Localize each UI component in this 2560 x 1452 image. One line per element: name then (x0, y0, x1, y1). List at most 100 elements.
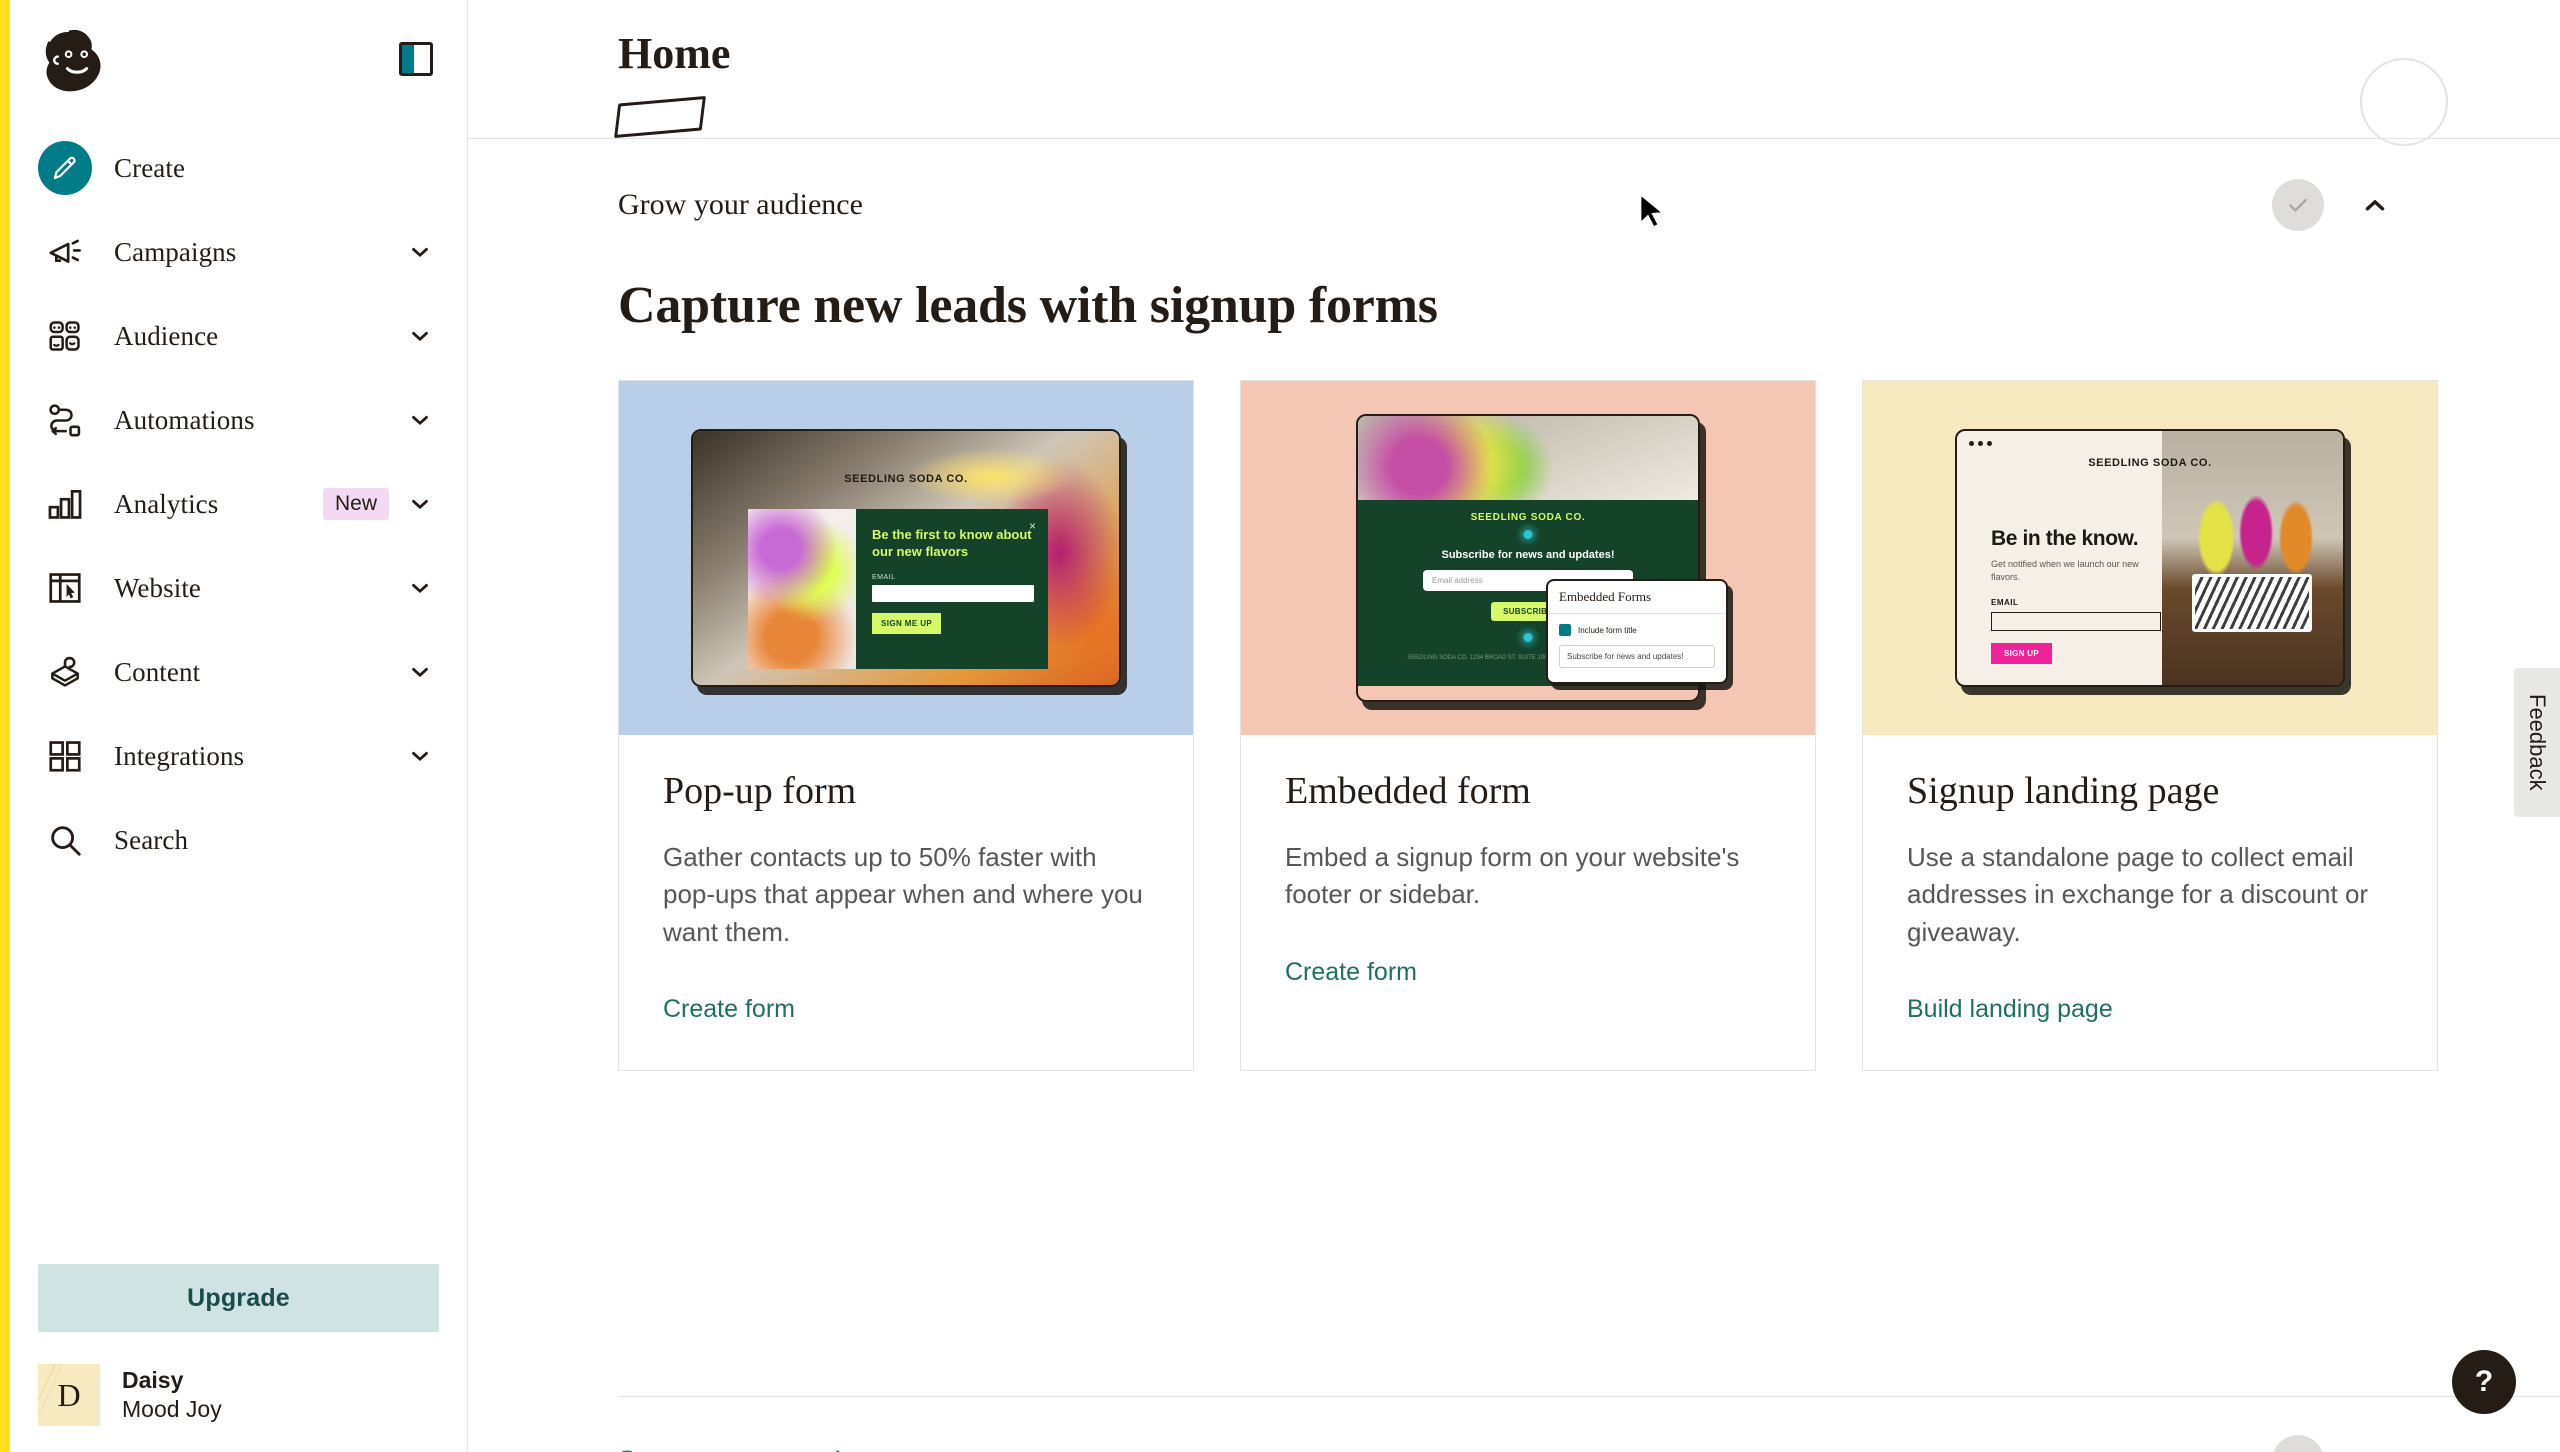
layout-icon (38, 569, 92, 607)
sidebar-item-content[interactable]: Content (10, 630, 467, 714)
sidebar-item-automations[interactable]: Automations (10, 378, 467, 462)
content-icon (38, 653, 92, 691)
sidebar-item-label: Search (114, 824, 189, 855)
scrolled-status-circle (2360, 58, 2448, 146)
card-body: Signup landing page Use a standalone pag… (1863, 735, 2437, 1070)
preview-heading: Subscribe for news and updates! (1441, 549, 1615, 562)
landing-page-preview: SEEDLING SODA CO. Be in the know. Get no… (1955, 429, 2345, 688)
window-dots-icon (1969, 441, 1992, 447)
popover-text-field: Subscribe for news and updates! (1559, 645, 1715, 669)
chevron-down-icon[interactable] (407, 743, 433, 769)
sidebar-header (10, 0, 467, 118)
card-media: SEEDLING SODA CO. Subscribe for news and… (1241, 381, 1815, 736)
sidebar-item-label: Content (114, 656, 201, 687)
card-media: SEEDLING SODA CO. × Be the first to know… (619, 381, 1193, 736)
preview-image (2161, 431, 2343, 686)
panel-toggle-left (402, 45, 414, 73)
section-header[interactable]: Grow your audience (618, 168, 2560, 242)
chevron-up-icon[interactable] (2360, 190, 2390, 220)
card-body: Embedded form Embed a signup form on you… (1241, 735, 1815, 1032)
section-label: Grow your audience (618, 188, 863, 221)
sidebar-nav: Create Campaigns Audience Automations An… (10, 126, 467, 882)
card-title: Signup landing page (1907, 770, 2220, 813)
card-embedded-form[interactable]: SEEDLING SODA CO. Subscribe for news and… (1240, 380, 1816, 1071)
card-media: SEEDLING SODA CO. Be in the know. Get no… (1863, 381, 2437, 736)
mailchimp-freddie-logo[interactable] (38, 23, 116, 95)
sidebar-item-label: Audience (114, 320, 219, 351)
card-title: Pop-up form (663, 770, 857, 813)
sidebar-item-label: Integrations (114, 740, 245, 771)
sidebar-item-search[interactable]: Search (10, 798, 467, 882)
divider (468, 138, 2560, 139)
preview-settings-popover: Embedded Forms Include form title Subscr… (1546, 579, 1728, 685)
section-complete-check-icon (2272, 1435, 2324, 1452)
sidebar-item-label: Website (114, 572, 201, 603)
section-automation-header[interactable]: Set up an automation (618, 1424, 2560, 1452)
preview-heading: Be in the know. (1991, 527, 2139, 551)
sidebar-item-analytics[interactable]: Analytics New (10, 462, 467, 546)
chevron-down-icon[interactable] (2360, 1446, 2390, 1452)
pencil-icon (38, 141, 92, 195)
preview-image (748, 509, 856, 670)
card-action-link[interactable]: Build landing page (1907, 995, 2113, 1024)
embedded-form-preview: SEEDLING SODA CO. Subscribe for news and… (1356, 414, 1728, 703)
section-complete-check-icon (2272, 179, 2324, 231)
main-content: Home Grow your audience Capture new lead… (468, 0, 2560, 1452)
preview-email-input (872, 584, 1034, 602)
scrolled-decoration-shape (614, 95, 706, 139)
sidebar-item-label: Automations (114, 404, 255, 435)
preview-email-label: EMAIL (872, 573, 896, 581)
account-org: Mood Joy (122, 1396, 222, 1422)
chevron-down-icon[interactable] (407, 239, 433, 265)
upgrade-button[interactable]: Upgrade (38, 1264, 439, 1332)
section-label[interactable]: Set up an automation (618, 1444, 872, 1452)
popover-title: Embedded Forms (1548, 581, 1726, 615)
panel-toggle-icon[interactable] (399, 42, 433, 76)
mailchimp-app: Create Campaigns Audience Automations An… (0, 0, 2560, 1452)
avatar: D (38, 1364, 100, 1426)
sidebar-item-audience[interactable]: Audience (10, 294, 467, 378)
preview-crate (2192, 573, 2313, 632)
panel-toggle-right (413, 45, 430, 73)
sidebar: Create Campaigns Audience Automations An… (10, 0, 468, 1452)
chevron-down-icon[interactable] (407, 323, 433, 349)
chevron-down-icon[interactable] (407, 491, 433, 517)
card-body: Pop-up form Gather contacts up to 50% fa… (619, 735, 1193, 1070)
sidebar-item-label: Campaigns (114, 236, 237, 267)
search-icon (38, 821, 92, 859)
preview-heading: Be the first to know about our new flavo… (872, 527, 1032, 559)
preview-submit-button: SIGN UP (1991, 643, 2052, 665)
preview-brand: SEEDLING SODA CO. (1470, 512, 1586, 524)
feedback-tab[interactable]: Feedback (2514, 668, 2560, 817)
sidebar-item-create[interactable]: Create (10, 126, 467, 210)
card-popup-form[interactable]: SEEDLING SODA CO. × Be the first to know… (618, 380, 1194, 1071)
sidebar-item-website[interactable]: Website (10, 546, 467, 630)
card-action-link[interactable]: Create form (1285, 958, 1417, 987)
card-description: Embed a signup form on your website's fo… (1285, 842, 1740, 910)
avatar-initial: D (57, 1376, 81, 1413)
sidebar-item-label: Create (114, 152, 186, 183)
popup-form-preview: SEEDLING SODA CO. × Be the first to know… (691, 429, 1121, 688)
chevron-down-icon[interactable] (407, 659, 433, 685)
flowchart-icon (38, 401, 92, 439)
editor-hotspot-icon (1523, 632, 1533, 642)
chevron-down-icon[interactable] (407, 407, 433, 433)
people-icon (38, 317, 92, 355)
scroll-region[interactable]: Grow your audience Capture new leads wit… (468, 58, 2560, 1452)
mouse-cursor (1639, 193, 1665, 229)
sidebar-item-integrations[interactable]: Integrations (10, 714, 467, 798)
section-heading: Capture new leads with signup forms (618, 277, 1438, 334)
preview-submit-button: SIGN ME UP (872, 612, 942, 634)
card-signup-landing-page[interactable]: SEEDLING SODA CO. Be in the know. Get no… (1862, 380, 2438, 1071)
divider (618, 1396, 2560, 1397)
card-description: Gather contacts up to 50% faster with po… (663, 842, 1143, 947)
account-switcher[interactable]: D Daisy Mood Joy (38, 1364, 439, 1426)
sidebar-footer: Upgrade D Daisy Mood Joy (10, 1264, 467, 1452)
card-action-link[interactable]: Create form (663, 995, 795, 1024)
sidebar-item-campaigns[interactable]: Campaigns (10, 210, 467, 294)
preview-brand: SEEDLING SODA CO. (2088, 457, 2212, 470)
account-name: Daisy (122, 1366, 184, 1393)
help-button[interactable]: ? (2452, 1350, 2516, 1414)
chevron-down-icon[interactable] (407, 575, 433, 601)
preview-brand: SEEDLING SODA CO. (844, 473, 968, 486)
